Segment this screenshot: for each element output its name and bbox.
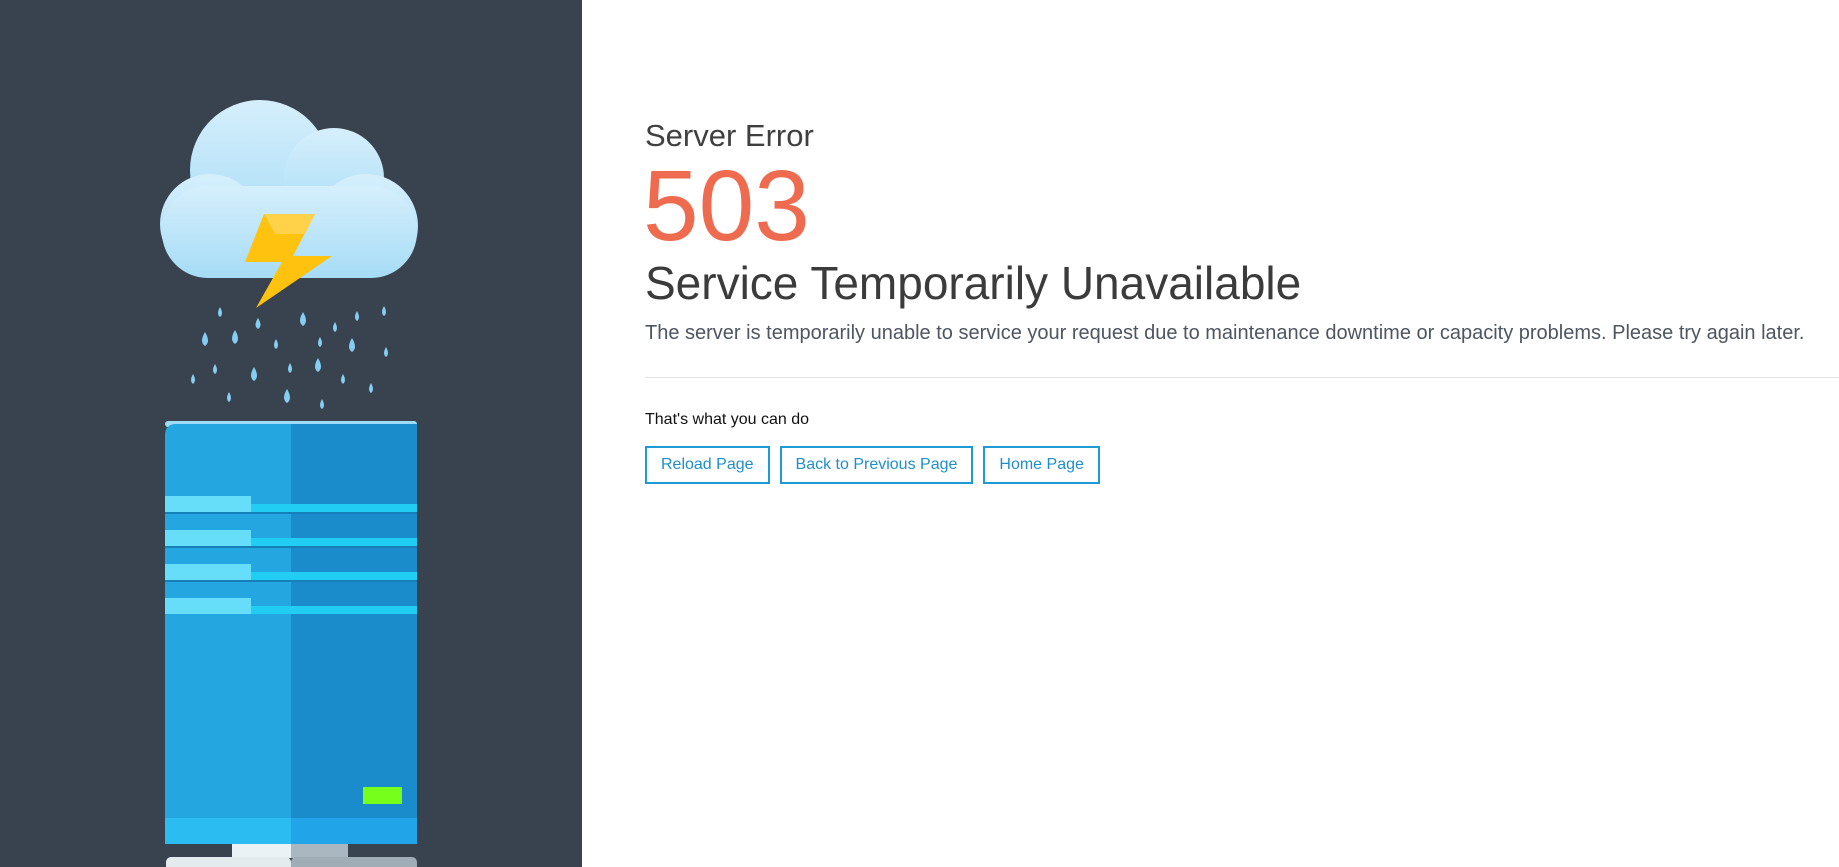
raindrop-icon (369, 383, 373, 393)
raindrop-icon (318, 337, 322, 347)
raindrop-icon (341, 374, 345, 384)
raindrop-icon (251, 367, 257, 381)
rain-drops (191, 306, 388, 409)
illustration-panel (0, 0, 582, 867)
error-description: The server is temporarily unable to serv… (645, 322, 1805, 344)
raindrop-icon (191, 374, 195, 384)
back-to-previous-page-button[interactable]: Back to Previous Page (779, 446, 974, 484)
raindrop-icon (227, 392, 231, 402)
raindrop-icon (300, 312, 306, 326)
raindrop-icon (333, 322, 337, 332)
raindrop-icon (202, 332, 208, 346)
divider (645, 377, 1839, 378)
raindrop-icon (284, 389, 290, 403)
raindrop-icon (349, 338, 355, 352)
error-content: Server Error 503 Service Temporarily Una… (643, 0, 1839, 867)
server-icon (165, 421, 417, 867)
raindrop-icon (288, 363, 292, 373)
raindrop-icon (232, 330, 238, 344)
server-error-illustration (160, 100, 418, 867)
error-code: 503 (643, 150, 810, 262)
raindrop-icon (218, 307, 222, 317)
action-buttons: Reload Page Back to Previous Page Home P… (645, 446, 1100, 484)
raindrop-icon (320, 399, 324, 409)
raindrop-icon (384, 347, 388, 357)
status-led (363, 787, 402, 804)
reload-page-button[interactable]: Reload Page (645, 446, 770, 484)
error-label: Server Error (645, 118, 814, 153)
home-page-button[interactable]: Home Page (983, 446, 1100, 484)
actions-heading: That's what you can do (645, 411, 810, 428)
raindrop-icon (213, 364, 217, 374)
raindrop-icon (382, 306, 386, 316)
raindrop-icon (355, 311, 359, 321)
raindrop-icon (255, 318, 261, 329)
raindrop-icon (315, 358, 321, 372)
error-title: Service Temporarily Unavailable (645, 257, 1302, 309)
raindrop-icon (274, 339, 278, 349)
